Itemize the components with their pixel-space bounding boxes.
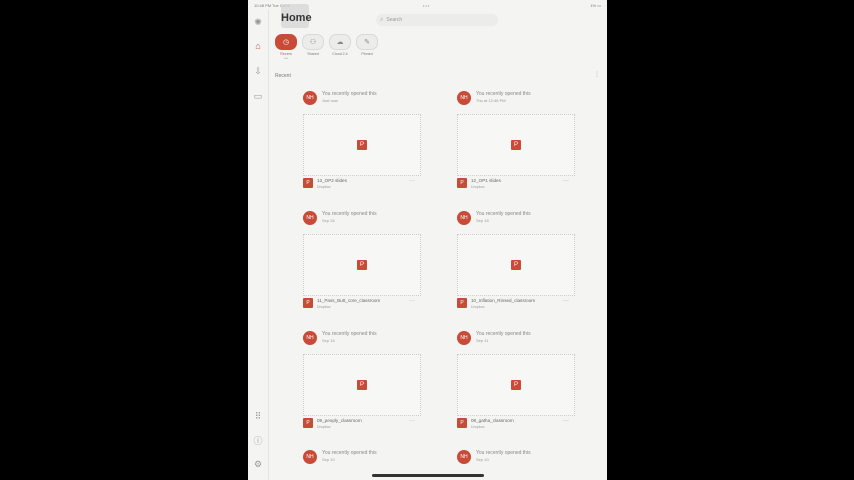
file-location: Dropbox	[317, 185, 331, 189]
card-heading: You recently opened this	[476, 331, 531, 337]
recent-card[interactable]: NH You recently opened this Just now P P…	[303, 88, 421, 196]
powerpoint-icon: P	[357, 260, 367, 270]
avatar: NH	[457, 331, 471, 345]
more-options-icon[interactable]: ···	[563, 298, 569, 304]
status-time: 10:48 PM	[254, 3, 272, 8]
apps-grid-icon[interactable]: ⠿	[252, 410, 264, 422]
powerpoint-file-icon: P	[303, 298, 313, 308]
chip-label: Pinned	[361, 52, 373, 56]
section-title: Recent	[275, 73, 291, 79]
section-more-icon[interactable]: ⋮	[594, 71, 600, 78]
powerpoint-icon: P	[357, 380, 367, 390]
download-icon[interactable]: ⇩	[252, 65, 264, 77]
file-name: 09_peoply_classroom	[317, 418, 362, 423]
file-name: 08_gatha_classroom	[471, 418, 514, 423]
card-thumbnail[interactable]: P	[457, 354, 575, 416]
card-time: Sep 10	[322, 457, 335, 462]
recent-card[interactable]: NH You recently opened this Sep 16 P P 0…	[303, 328, 421, 436]
powerpoint-file-icon: P	[457, 178, 467, 188]
file-location: Dropbox	[317, 425, 331, 429]
recent-card[interactable]: NH You recently opened this Sep 11 P P 0…	[457, 328, 575, 436]
card-thumbnail[interactable]: P	[457, 114, 575, 176]
avatar: NH	[457, 450, 471, 464]
chip-shared[interactable]: ⚇ Shared	[302, 34, 324, 56]
info-icon[interactable]: ⓘ	[252, 434, 264, 446]
recent-card[interactable]: NH You recently opened this Thu at 12:48…	[457, 88, 575, 196]
recent-card[interactable]: NH You recently opened this Sep 18 P P 1…	[457, 208, 575, 316]
card-thumbnail[interactable]: P	[457, 234, 575, 296]
chip-recent[interactable]: ◷ Recent ••••	[275, 34, 297, 60]
clock-icon: ◷	[275, 34, 297, 50]
pin-icon: ✎	[356, 34, 378, 50]
page-title: Home	[281, 12, 312, 24]
settings-icon[interactable]: ⚙	[252, 458, 264, 470]
powerpoint-file-icon: P	[457, 298, 467, 308]
powerpoint-icon: P	[511, 140, 521, 150]
recent-card[interactable]: NH You recently opened this Sep 26 P P 1…	[303, 208, 421, 316]
file-name: 13_OP2 slides	[317, 178, 347, 183]
more-options-icon[interactable]: ···	[409, 418, 415, 424]
chip-pinned[interactable]: ✎ Pinned	[356, 34, 378, 56]
card-time: Sep 26	[322, 218, 335, 223]
more-options-icon[interactable]: ···	[563, 178, 569, 184]
more-options-icon[interactable]: ···	[563, 418, 569, 424]
file-location: Dropbox	[471, 305, 485, 309]
card-heading: You recently opened this	[476, 211, 531, 217]
card-time: Sep 10	[476, 457, 489, 462]
avatar: NH	[303, 91, 317, 105]
file-name: 11_Pass_Butt_core_classroom	[317, 298, 381, 303]
avatar: NH	[457, 91, 471, 105]
file-location: Dropbox	[471, 185, 485, 189]
card-time: Sep 16	[322, 338, 335, 343]
more-options-icon[interactable]: ···	[409, 178, 415, 184]
card-heading: You recently opened this	[322, 450, 377, 456]
powerpoint-file-icon: P	[303, 418, 313, 428]
file-location: Dropbox	[471, 425, 485, 429]
powerpoint-file-icon: P	[303, 178, 313, 188]
search-placeholder: Search	[386, 17, 403, 23]
card-heading: You recently opened this	[322, 211, 377, 217]
folder-icon[interactable]: ▭	[252, 90, 264, 102]
multitask-dots[interactable]: • • •	[423, 3, 429, 8]
settings-gear-icon[interactable]: ✺	[252, 16, 264, 28]
home-icon[interactable]: ⌂	[252, 40, 264, 52]
chip-label: Cloud 2.4	[332, 52, 348, 56]
recent-card[interactable]: NH You recently opened this Sep 10	[457, 447, 575, 477]
powerpoint-file-icon: P	[457, 418, 467, 428]
search-icon: ⌕	[380, 16, 384, 23]
avatar: NH	[303, 450, 317, 464]
search-input[interactable]: ⌕ Search	[376, 14, 498, 26]
side-rail: ✺ ⌂ ⇩ ▭ ⠿ ⓘ ⚙	[248, 10, 269, 480]
chip-sub: ••••	[283, 56, 289, 60]
app-window: 10:48 PM Tue Oct 8 • • • 1% ▭ ✺ ⌂ ⇩ ▭ ⠿ …	[248, 0, 607, 480]
avatar: NH	[303, 331, 317, 345]
card-thumbnail[interactable]: P	[303, 234, 421, 296]
status-battery: 1% ▭	[590, 3, 601, 8]
recent-card[interactable]: NH You recently opened this Sep 10	[303, 447, 421, 477]
chip-label: Shared	[307, 52, 319, 56]
card-time: Sep 18	[476, 218, 489, 223]
file-name: 10_Inflation_Rinsed_classroom	[471, 298, 536, 303]
card-heading: You recently opened this	[476, 91, 531, 97]
card-thumbnail[interactable]: P	[303, 354, 421, 416]
card-heading: You recently opened this	[476, 450, 531, 456]
powerpoint-icon: P	[511, 260, 521, 270]
file-location: Dropbox	[317, 305, 331, 309]
avatar: NH	[303, 211, 317, 225]
card-time: Thu at 12:48 PM	[476, 98, 506, 103]
card-heading: You recently opened this	[322, 91, 377, 97]
people-icon: ⚇	[302, 34, 324, 50]
file-name: 12_OP1 slides	[471, 178, 501, 183]
card-heading: You recently opened this	[322, 331, 377, 337]
card-time: Just now	[322, 98, 338, 103]
avatar: NH	[457, 211, 471, 225]
card-thumbnail[interactable]: P	[303, 114, 421, 176]
powerpoint-icon: P	[357, 140, 367, 150]
chip-cloud[interactable]: ☁ Cloud 2.4	[329, 34, 351, 56]
home-indicator[interactable]	[372, 474, 484, 477]
card-time: Sep 11	[476, 338, 489, 343]
cloud-icon: ☁	[329, 34, 351, 50]
powerpoint-icon: P	[511, 380, 521, 390]
more-options-icon[interactable]: ···	[409, 298, 415, 304]
